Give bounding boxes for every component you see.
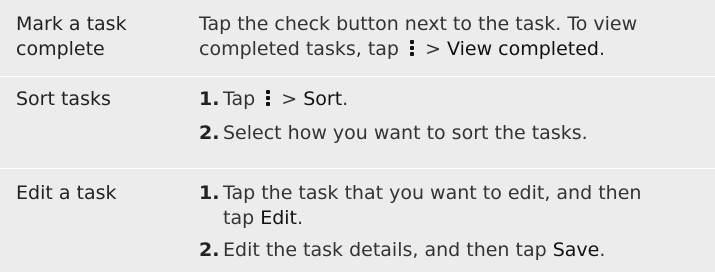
sort-step-1-text: Tap > Sort. bbox=[223, 87, 703, 112]
more-vertical-icon bbox=[264, 89, 272, 108]
edit-step-1-line-1: Tap the task that you want to edit, and … bbox=[223, 182, 642, 204]
mark-complete-line-1: Tap the check button next to the task. T… bbox=[199, 13, 638, 35]
edit-step-2-text: Edit the task details, and then tap Save… bbox=[223, 238, 703, 263]
row-label-sort-tasks: Sort tasks bbox=[16, 88, 111, 110]
mark-complete-line-2: completed tasks, tap > View completed. bbox=[199, 37, 709, 62]
edit-step-2-main: Edit the task details, and then tap bbox=[223, 239, 553, 261]
sort-step-1-tap: Tap bbox=[223, 88, 256, 110]
more-vertical-icon bbox=[408, 39, 416, 58]
mark-complete-period: . bbox=[598, 38, 606, 60]
table-row-mark-complete: Mark a task complete Tap the check butto… bbox=[0, 0, 715, 76]
edit-step-2-period: . bbox=[599, 239, 606, 261]
sort-step-1-period: . bbox=[342, 88, 349, 110]
menu-separator: > bbox=[419, 38, 448, 60]
table-row-sort-tasks: Sort tasks 1. Tap > Sort. 2. Select how … bbox=[0, 77, 715, 168]
table-row-edit-task: Edit a task 1. Tap the task that you wan… bbox=[0, 169, 715, 272]
edit-step-1-tap: tap bbox=[223, 207, 261, 229]
row-body-edit-task: 1. Tap the task that you want to edit, a… bbox=[199, 181, 709, 271]
sort-menu-item: Sort bbox=[303, 88, 343, 110]
step-number: 1. bbox=[199, 88, 220, 110]
step-number: 1. bbox=[199, 182, 220, 204]
step-number: 2. bbox=[199, 122, 220, 144]
edit-step-1-period: . bbox=[297, 207, 304, 229]
row-body-sort-tasks: 1. Tap > Sort. 2. Select how you want to… bbox=[199, 87, 709, 167]
tasks-instructions-table: Mark a task complete Tap the check butto… bbox=[0, 0, 715, 272]
menu-separator: > bbox=[275, 88, 304, 110]
row-body-mark-complete: Tap the check button next to the task. T… bbox=[199, 12, 709, 62]
row-label-edit-task: Edit a task bbox=[16, 182, 117, 204]
row-label-mark-complete: Mark a task complete bbox=[16, 13, 127, 60]
step-number: 2. bbox=[199, 239, 220, 261]
view-completed-menu-item: View completed bbox=[447, 38, 599, 60]
mark-complete-line-2-text: completed tasks, tap bbox=[199, 38, 399, 60]
edit-step-1-line-2: tap Edit. bbox=[223, 206, 703, 231]
sort-step-2-text: Select how you want to sort the tasks. bbox=[223, 122, 588, 144]
edit-step-1-text: Tap the task that you want to edit, and … bbox=[223, 181, 703, 231]
edit-menu-item: Edit bbox=[260, 207, 297, 229]
save-menu-item: Save bbox=[552, 239, 600, 261]
